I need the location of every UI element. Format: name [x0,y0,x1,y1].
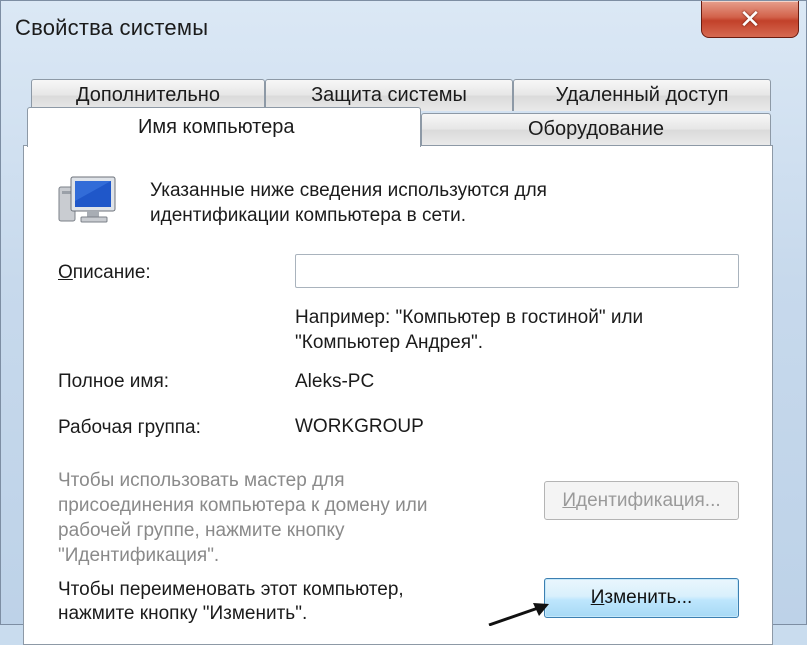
change-button[interactable]: Изменить... [544,578,739,618]
dialog-window: Свойства системы ✕ Дополнительно Защита … [0,0,807,645]
wizard-text-line3: рабочей группе, нажмите кнопку [58,520,345,541]
tab-label: Имя компьютера [138,116,295,138]
access-key-letter: О [58,262,73,283]
intro-text-line1: Указанные ниже сведения используются для [150,180,547,201]
wizard-text-line1: Чтобы использовать мастер для [58,470,345,491]
intro-text-line2: идентификации компьютера в сети. [150,205,467,226]
full-name-label: Полное имя: [58,371,170,392]
computer-monitor-icon [58,176,116,223]
tab-computer-name[interactable]: Имя компьютера [27,107,421,147]
wizard-text-line2: присоединения компьютера к домену или [58,495,428,516]
rename-text-line2: нажмите кнопку "Изменить". [58,603,308,624]
example-text-line1: Например: "Компьютер в гостиной" или [295,307,644,328]
description-label-rest: писание: [72,262,151,283]
arrow-pointer-icon [488,603,549,626]
rename-text-line1: Чтобы переименовать этот компьютер, [58,579,404,600]
example-text-line2: "Компьютер Андрея". [295,332,484,353]
wizard-text-line4: "Идентификация". [58,545,220,566]
description-label: Описание: [58,262,151,284]
change-button-label: зменить... [604,587,693,608]
workgroup-label: Рабочая группа: [58,417,201,438]
access-key-letter: И [590,587,605,608]
description-input[interactable] [295,254,739,288]
access-key-letter: И [562,490,577,511]
full-name-value: Aleks-PC [295,371,375,392]
identify-button[interactable]: Идентификация... [544,481,739,520]
identify-button-label: дентификация... [576,490,721,511]
workgroup-value: WORKGROUP [295,416,424,437]
